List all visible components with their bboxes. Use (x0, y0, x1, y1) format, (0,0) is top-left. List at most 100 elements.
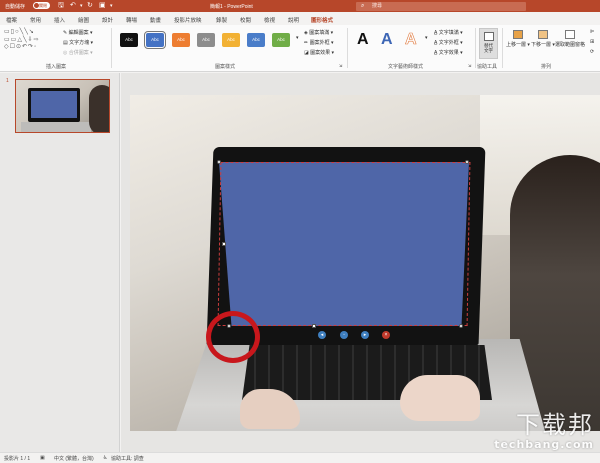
wordart-style-2[interactable]: A (381, 31, 393, 49)
shape-effects-button[interactable]: ◪ 圖案效果 ▾ (304, 49, 334, 56)
language-indicator[interactable]: 中文 (繁體，台灣) (54, 455, 94, 462)
wordart-style-1[interactable]: A (357, 31, 369, 49)
thumbnail-laptop-base (21, 122, 91, 132)
text-effects-button[interactable]: A̲ 文字效果 ▾ (434, 49, 463, 56)
shape-styles-more-icon[interactable]: ▾ (296, 35, 299, 41)
search-icon: ⌕ (361, 3, 365, 9)
video-control-button[interactable]: ◂ (318, 331, 326, 339)
watermark-logo-text: 下载邦 (516, 411, 594, 439)
wordart-style-3[interactable]: A (405, 31, 417, 49)
shape-outline-button[interactable]: ✏ 圖案外框 ▾ (304, 39, 334, 46)
accessibility-group-label: 協助工具 (477, 64, 498, 70)
title-bar: 自動儲存 關閉 🖫 ↶ ▾ ↻ ▣ ▾ 簡報1 - PowerPoint ⌕ 搜… (0, 0, 600, 12)
shape-fill-button[interactable]: ◈ 圖案填滿 ▾ (304, 29, 333, 36)
accessibility-status[interactable]: 協助工具: 調查 (111, 455, 144, 462)
shapes-gallery[interactable]: ▭▯○╲╲↘ ▭▭△╲⇩⇨ ◇☐⊙↶↷◦ (4, 29, 60, 59)
tab-home[interactable]: 常用 (30, 16, 41, 24)
tab-design[interactable]: 設計 (102, 16, 113, 24)
alt-text-button[interactable]: 替代 文字 (479, 28, 498, 59)
video-control-button[interactable]: ▸ (361, 331, 369, 339)
wordart-launcher-icon[interactable]: ⇲ (468, 63, 471, 68)
shape-style-preset-6[interactable]: Abc (247, 33, 265, 47)
resize-handle[interactable] (217, 160, 221, 164)
send-backward-button[interactable]: 下移一層 ▾ (531, 30, 555, 48)
ribbon: ▭▯○╲╲↘ ▭▭△╲⇩⇨ ◇☐⊙↶↷◦ ✎ 編輯圖案 ▾ ▤ 文字方塊 ▾ ◎ 合… (0, 25, 600, 72)
wordart-more-icon[interactable]: ▾ (425, 35, 428, 41)
tab-help[interactable]: 說明 (288, 16, 299, 24)
tab-shape-format[interactable]: 圖形格式 (311, 16, 334, 27)
resize-handle[interactable] (312, 324, 316, 328)
resize-handle[interactable] (222, 242, 226, 246)
ribbon-divider (502, 28, 503, 68)
redo-icon[interactable]: ↻ (87, 2, 93, 10)
ribbon-divider (475, 28, 476, 68)
shape-style-preset-4[interactable]: Abc (197, 33, 215, 47)
highlight-circle-annotation (206, 311, 260, 363)
text-outline-button[interactable]: A̲ 文字外框 ▾ (434, 39, 463, 46)
text-fill-button[interactable]: A̲ 文字填滿 ▾ (434, 29, 463, 36)
right-hand (400, 375, 480, 421)
shape-style-preset-1[interactable]: Abc (120, 33, 138, 47)
rotate-icon[interactable]: ⟳ (590, 49, 594, 55)
ribbon-divider (111, 28, 112, 68)
shape-style-preset-3[interactable]: Abc (172, 33, 190, 47)
group-icon[interactable]: ⊞ (590, 39, 594, 45)
arrange-group-label: 排列 (541, 64, 552, 70)
slide-editing-area: ◂ ◦ ▸ × (121, 73, 600, 452)
tab-draw[interactable]: 繪圖 (78, 16, 89, 24)
tab-review[interactable]: 校閱 (240, 16, 251, 24)
text-box-button[interactable]: ▤ 文字方塊 ▾ (63, 39, 93, 46)
shape-styles-group-label: 圖案樣式 (215, 64, 236, 70)
align-icon[interactable]: ⊫ (590, 29, 594, 35)
shape-style-preset-7[interactable]: Abc (272, 33, 290, 47)
autosave-toggle[interactable]: 關閉 (33, 2, 50, 9)
ribbon-tabs: 檔案 常用 插入 繪圖 設計 轉場 動畫 投影片放映 錄製 校閱 檢視 說明 圖… (0, 12, 600, 27)
bring-forward-icon (512, 30, 523, 39)
thumbnail-person (89, 85, 109, 132)
bring-forward-button[interactable]: 上移一層 ▾ (506, 30, 530, 48)
tab-slideshow[interactable]: 投影片放映 (174, 16, 202, 24)
alt-text-label-line2: 文字 (484, 48, 493, 53)
accessibility-icon: ♿ (103, 455, 108, 461)
thumbnail-blue-shape (31, 91, 77, 118)
video-control-button[interactable]: ◦ (340, 331, 348, 339)
shape-styles-launcher-icon[interactable]: ⇲ (339, 63, 342, 68)
selection-pane-button[interactable]: 選取範圍窗格 (555, 30, 585, 48)
slide[interactable]: ◂ ◦ ▸ × (130, 95, 600, 431)
slide-counter: 投影片 1 / 1 (4, 456, 31, 462)
search-placeholder: 搜尋 (372, 3, 383, 9)
shape-style-preset-2[interactable]: Abc (144, 31, 166, 49)
tab-view[interactable]: 檢視 (264, 16, 275, 24)
undo-icon[interactable]: ↶ (70, 2, 76, 10)
spellcheck-icon[interactable]: ▣ (40, 455, 45, 461)
tab-record[interactable]: 錄製 (216, 16, 227, 24)
slide-thumbnail-pane: 1 (0, 73, 120, 452)
edit-shape-button[interactable]: ✎ 編輯圖案 ▾ (63, 29, 93, 36)
resize-handle[interactable] (465, 160, 469, 164)
resize-handle[interactable] (459, 324, 463, 328)
ribbon-divider (347, 28, 348, 68)
selected-blue-shape[interactable] (219, 162, 469, 326)
undo-dropdown-icon[interactable]: ▾ (80, 2, 83, 10)
customize-quick-access-icon[interactable]: ▾ (110, 2, 113, 10)
status-bar: 投影片 1 / 1 ▣ 中文 (繁體，台灣) ♿ 協助工具: 調查 (0, 452, 600, 463)
document-title: 簡報1 - PowerPoint (210, 4, 253, 10)
slide-thumbnail[interactable] (15, 79, 110, 133)
search-box[interactable]: ⌕ 搜尋 (356, 2, 526, 11)
tab-file[interactable]: 檔案 (6, 16, 17, 24)
tab-insert[interactable]: 插入 (54, 16, 65, 24)
video-close-button[interactable]: × (382, 331, 390, 339)
tab-animations[interactable]: 動畫 (150, 16, 161, 24)
shape-style-preset-5[interactable]: Abc (222, 33, 240, 47)
merge-shapes-button[interactable]: ◎ 合併圖案 ▾ (63, 49, 93, 56)
insert-shapes-group-label: 插入圖案 (46, 64, 67, 70)
present-icon[interactable]: ▣ (99, 2, 106, 10)
watermark: 下载邦 techbang.com (494, 405, 594, 451)
save-icon[interactable]: 🖫 (58, 2, 64, 10)
send-backward-icon (537, 30, 548, 39)
slide-number: 1 (6, 78, 9, 84)
selection-pane-icon (565, 30, 575, 39)
alt-text-icon (483, 32, 494, 41)
tab-transitions[interactable]: 轉場 (126, 16, 137, 24)
wordart-styles-group-label: 文字藝術師樣式 (388, 64, 424, 70)
